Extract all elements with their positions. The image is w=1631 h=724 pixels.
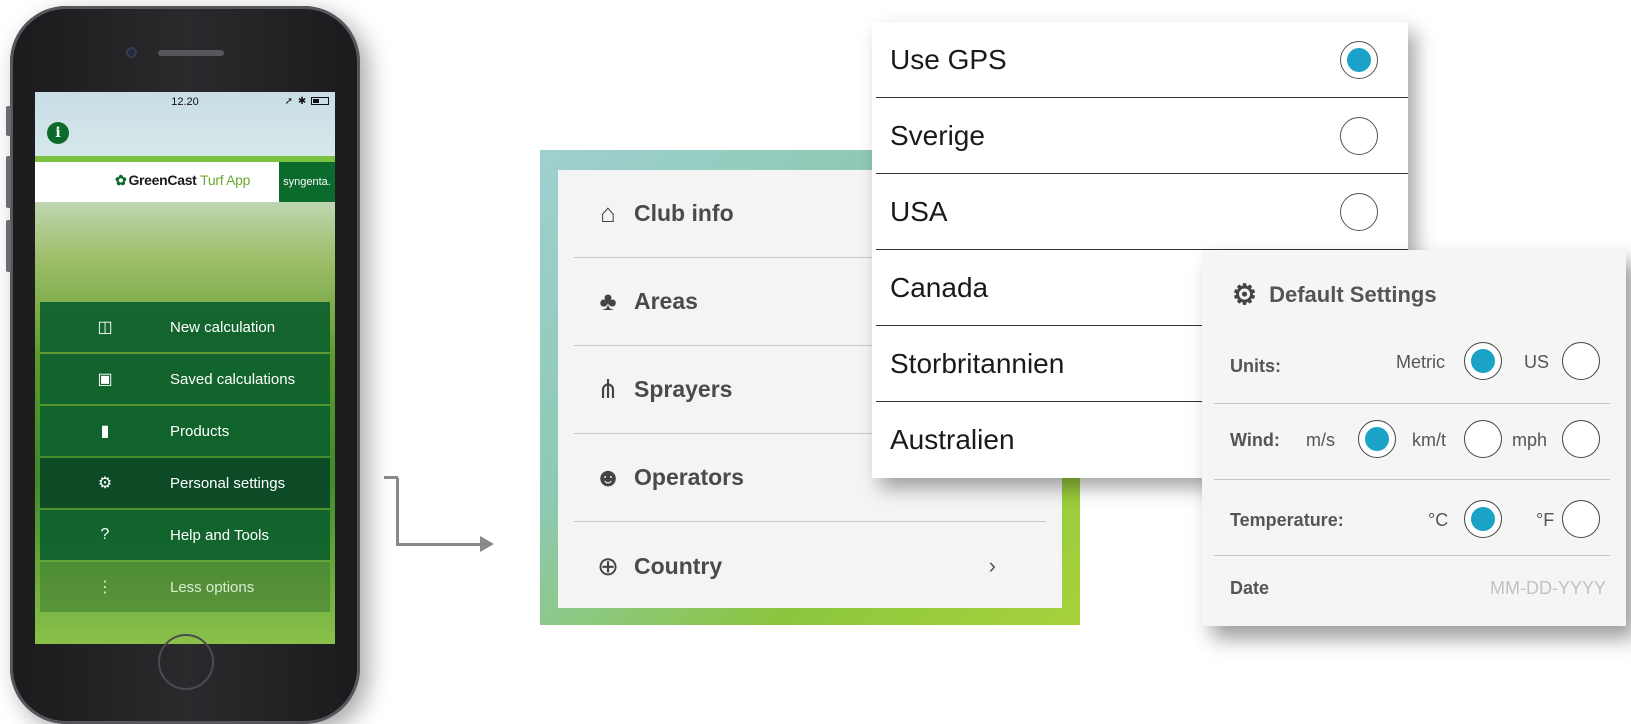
home-button[interactable] [158,634,214,690]
temperature-label: Temperature: [1230,510,1344,530]
gear-icon: ⚙ [97,475,113,492]
units-us-radio[interactable] [1562,342,1600,380]
product-icon: ▮ [100,423,110,440]
country-option-label: Sverige [890,119,985,151]
wind-row: Wind: m/s km/t mph [1214,404,1610,480]
menu-item-products[interactable]: ▮ Products [40,406,330,456]
main-menu: ◫ New calculation ▣ Saved calculations ▮… [40,302,330,614]
units-metric-radio[interactable] [1464,342,1502,380]
info-icon[interactable]: i [47,122,69,144]
settings-item-country[interactable]: ⊕ Country › [574,522,1046,610]
menu-item-saved-calculations[interactable]: ▣ Saved calculations [40,354,330,404]
calculator-icon: ◫ [97,319,113,336]
stage: 12.20 ➚ ✱ i ✿ GreenCast Turf App syngenta… [0,0,1631,724]
date-row[interactable]: Date MM-DD-YYYY [1214,556,1610,632]
menu-item-label: Products [170,422,230,440]
menu-item-label: Saved calculations [170,370,296,388]
menu-item-label: Help and Tools [170,526,269,544]
units-us-label: US [1524,352,1550,372]
country-option-sverige[interactable]: Sverige [876,98,1408,174]
date-input[interactable]: MM-DD-YYYY [1490,578,1606,599]
country-option-label: Use GPS [890,43,1007,75]
leaf-icon: ✿ [115,172,127,188]
temperature-c-label: °C [1428,510,1449,530]
wind-ms-radio[interactable] [1358,420,1396,458]
country-option-label: Canada [890,271,989,303]
menu-item-help-and-tools[interactable]: ? Help and Tools [40,510,330,560]
status-bar: 12.20 ➚ ✱ [35,92,335,112]
country-radio[interactable] [1340,192,1378,231]
home-icon: ⌂ [600,198,616,228]
country-option-label: Australien [890,424,1015,455]
globe-icon: ⊕ [597,550,619,581]
units-label: Units: [1230,356,1281,376]
wind-label: Wind: [1230,430,1280,450]
app-logo: ✿ GreenCast Turf App [115,172,250,189]
brand-name: GreenCast [128,172,197,188]
menu-item-label: New calculation [170,318,276,336]
country-option-usa[interactable]: USA [876,174,1408,250]
front-camera [126,47,137,58]
phone-mockup: 12.20 ➚ ✱ i ✿ GreenCast Turf App syngenta… [6,6,360,724]
menu-item-label: Personal settings [170,474,286,492]
menu-item-label: Less options [170,578,255,596]
connector-arrow-vertical [396,478,399,546]
question-icon: ? [100,526,110,543]
menu-item-personal-settings[interactable]: ⚙ Personal settings [40,458,330,508]
wind-mph-label: mph [1512,430,1548,450]
battery-icon [311,97,329,106]
volume-up-button [6,156,11,208]
temperature-f-radio[interactable] [1562,500,1600,538]
location-bluetooth-icons: ➚ ✱ [284,96,308,107]
arrow-head-icon [480,536,494,552]
country-option-use-gps[interactable]: Use GPS [876,22,1408,98]
units-row: Units: Metric US [1214,328,1610,404]
settings-item-label: Areas [634,288,698,314]
wind-kmt-label: km/t [1412,430,1446,450]
phone-screen: 12.20 ➚ ✱ i ✿ GreenCast Turf App syngenta… [35,92,335,644]
volume-down-button [6,220,11,272]
country-option-label: USA [890,195,948,227]
gear-icon: ⚙ [1232,279,1258,310]
partner-logo: syngenta. [279,162,335,202]
trees-icon: ♣ [599,286,617,316]
units-metric-label: Metric [1396,352,1445,372]
connector-arrow-horizontal [396,543,482,546]
menu-item-new-calculation[interactable]: ◫ New calculation [40,302,330,352]
brand-strip: ✿ GreenCast Turf App syngenta. [35,156,335,202]
settings-item-label: Club info [634,200,734,226]
mute-switch [6,106,11,136]
date-label: Date [1230,578,1270,598]
country-option-label: Storbritannien [890,347,1065,379]
briefcase-icon: ▣ [97,371,113,388]
status-icons: ➚ ✱ [285,96,329,107]
default-settings-title-text: Default Settings [1269,281,1437,307]
more-vertical-icon: ⋮ [97,579,113,596]
earpiece-speaker [158,50,224,56]
temperature-f-label: °F [1536,510,1555,530]
menu-item-less-options[interactable]: ⋮ Less options [40,562,330,612]
temperature-row: Temperature: °C °F [1214,480,1610,556]
settings-item-label: Operators [634,464,744,490]
chevron-right-icon: › [988,553,996,578]
temperature-c-radio[interactable] [1464,500,1502,538]
sprayer-icon: ⋔ [597,374,619,404]
wind-mph-radio[interactable] [1562,420,1600,458]
users-icon: ☻ [594,462,622,492]
country-radio[interactable] [1340,116,1378,155]
settings-item-label: Sprayers [634,376,733,402]
country-radio[interactable] [1340,40,1378,79]
brand-app-name: Turf App [200,172,251,188]
wind-kmt-radio[interactable] [1464,420,1502,458]
wind-ms-label: m/s [1306,430,1335,450]
settings-item-label: Country [634,552,723,579]
default-settings-card: ⚙ Default Settings Units: Metric US Wind… [1202,250,1626,626]
default-settings-title: ⚙ Default Settings [1232,278,1437,311]
